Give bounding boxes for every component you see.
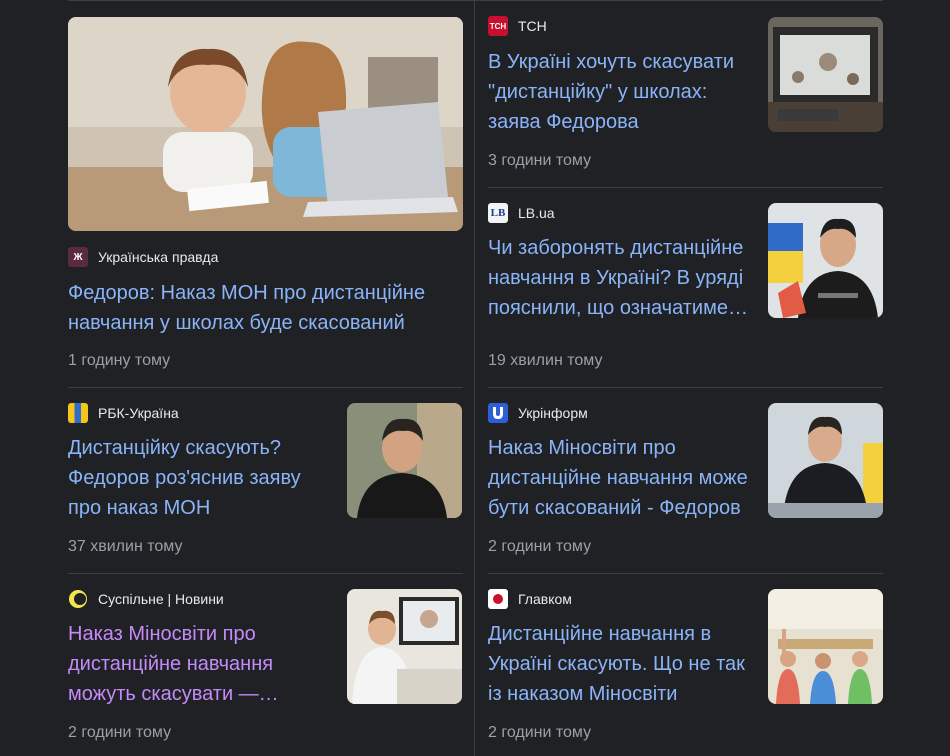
article-thumbnail-video-call[interactable] bbox=[768, 17, 883, 132]
article-time: 2 години тому bbox=[488, 538, 592, 555]
source-name: РБК-Україна bbox=[98, 405, 179, 421]
divider bbox=[488, 387, 883, 388]
article-image-kids-laptop[interactable] bbox=[68, 17, 463, 231]
article-source: Укрінформ bbox=[488, 403, 588, 423]
article-time: 19 хвилин тому bbox=[488, 352, 603, 369]
article-thumbnail-portrait[interactable] bbox=[347, 403, 462, 518]
divider bbox=[68, 387, 463, 388]
source-name: Главком bbox=[518, 591, 572, 607]
article-title-link[interactable]: Наказ Міносвіти про дистанційне навчання… bbox=[488, 433, 758, 523]
ukrainska-pravda-logo-icon: Ж bbox=[68, 247, 88, 267]
tsn-logo-icon: ТСН bbox=[488, 16, 508, 36]
article-time: 2 години тому bbox=[488, 724, 592, 741]
article-source: Суспільне | Новини bbox=[68, 589, 224, 609]
article-time: 37 хвилин тому bbox=[68, 538, 183, 555]
source-name: LB.ua bbox=[518, 205, 555, 221]
article-thumbnail-boy-computer[interactable] bbox=[347, 589, 462, 704]
column-divider bbox=[474, 0, 475, 756]
divider bbox=[488, 573, 883, 574]
article-source: Главком bbox=[488, 589, 572, 609]
top-divider bbox=[68, 0, 883, 1]
ukrinform-logo-icon bbox=[488, 403, 508, 423]
article-thumbnail-speaker-seated[interactable] bbox=[768, 403, 883, 518]
source-name: Українська правда bbox=[98, 249, 219, 265]
article-source: LB LB.ua bbox=[488, 203, 555, 223]
source-name: ТСН bbox=[518, 18, 547, 34]
article-thumbnail-classroom[interactable] bbox=[768, 589, 883, 704]
article-time: 1 годину тому bbox=[68, 352, 171, 369]
article-time: 2 години тому bbox=[68, 724, 172, 741]
article-time: 3 години тому bbox=[488, 152, 592, 169]
article-title-link[interactable]: Федоров: Наказ МОН про дистанційне навча… bbox=[68, 278, 448, 338]
article-title-link[interactable]: Чи заборонять дистанційне навчання в Укр… bbox=[488, 233, 758, 323]
article-title-link[interactable]: Наказ Міносвіти про дистанційне навчання… bbox=[68, 619, 338, 709]
article-thumbnail-speaker[interactable] bbox=[768, 203, 883, 318]
suspilne-logo-icon bbox=[68, 589, 88, 609]
source-name: Укрінформ bbox=[518, 405, 588, 421]
divider bbox=[68, 573, 463, 574]
article-source: ТСН ТСН bbox=[488, 16, 547, 36]
source-name: Суспільне | Новини bbox=[98, 591, 224, 607]
article-title-link[interactable]: В Україні хочуть скасувати "дистанційку"… bbox=[488, 47, 758, 137]
article-title-link[interactable]: Дистанційне навчання в Україні скасують.… bbox=[488, 619, 758, 709]
glavcom-logo-icon bbox=[488, 589, 508, 609]
article-source: РБК-Україна bbox=[68, 403, 179, 423]
article-source: Ж Українська правда bbox=[68, 247, 218, 267]
lb-logo-icon: LB bbox=[488, 203, 508, 223]
article-title-link[interactable]: Дистанційку скасують? Федоров роз'яснив … bbox=[68, 433, 338, 523]
divider bbox=[488, 187, 883, 188]
rbc-ukraina-logo-icon bbox=[68, 403, 88, 423]
